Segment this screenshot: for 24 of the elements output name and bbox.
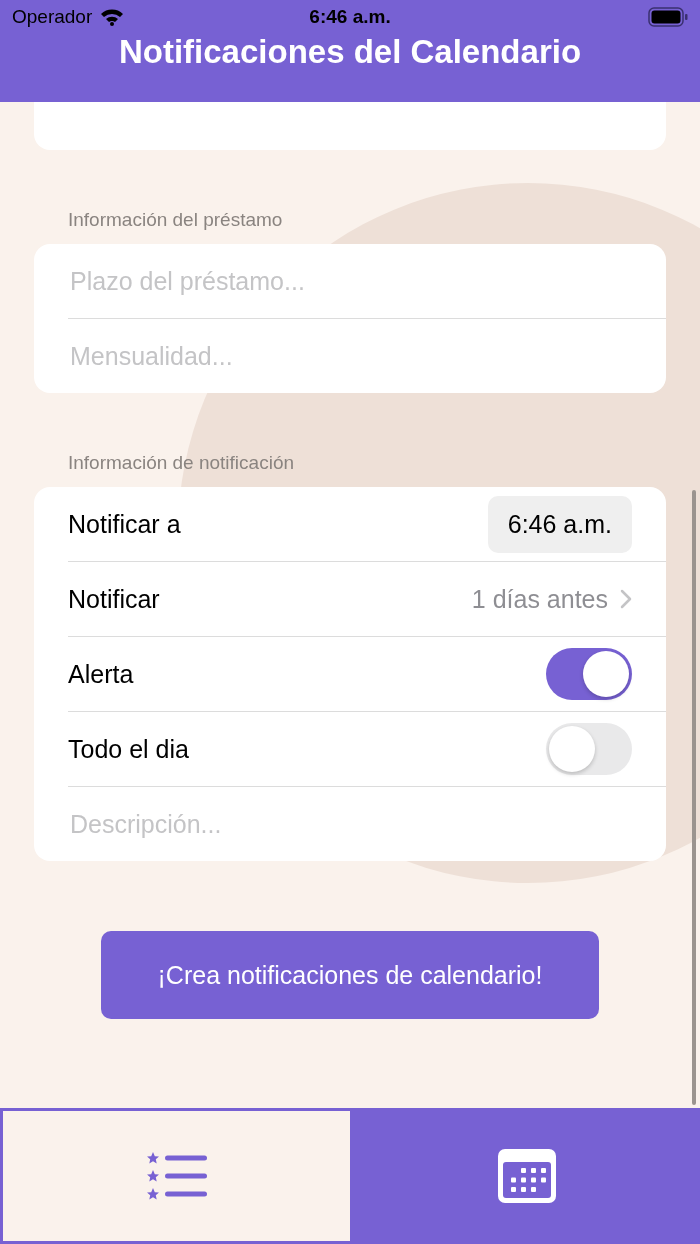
page-title: Notificaciones del Calendario: [117, 34, 583, 70]
tab[interactable]: [0, 1108, 353, 1244]
picker-value[interactable]: 1 días antes: [471, 584, 608, 614]
row-label: Alerta: [68, 659, 135, 689]
battery-icon: [648, 7, 688, 27]
text-field[interactable]: Plazo del préstamo...: [68, 265, 632, 297]
row-label: Notificar: [68, 584, 161, 614]
status-time: 6:46 a.m.: [309, 6, 391, 28]
section-header: Información del préstamo: [68, 208, 284, 232]
text-field[interactable]: Descripción...: [68, 808, 632, 840]
toggle-switch[interactable]: [546, 723, 632, 775]
section-header: Información de notificación: [68, 451, 295, 475]
carrier-name: Operador: [12, 6, 93, 28]
time-picker[interactable]: 6:46 a.m.: [487, 495, 632, 553]
row-label: Todo el dia: [68, 734, 190, 764]
text-field[interactable]: Mensualidad...: [68, 340, 632, 372]
starred-list-icon: [146, 1152, 207, 1200]
tab[interactable]: [353, 1108, 700, 1244]
row-label: Notificar a: [68, 509, 182, 539]
chevron-right-icon: [620, 589, 632, 609]
create-button[interactable]: ¡Crea notificaciones de calendario!: [101, 931, 599, 1019]
calendar-icon: [497, 1149, 556, 1203]
toggle-switch[interactable]: [546, 648, 632, 700]
wifi-icon: [100, 8, 125, 26]
